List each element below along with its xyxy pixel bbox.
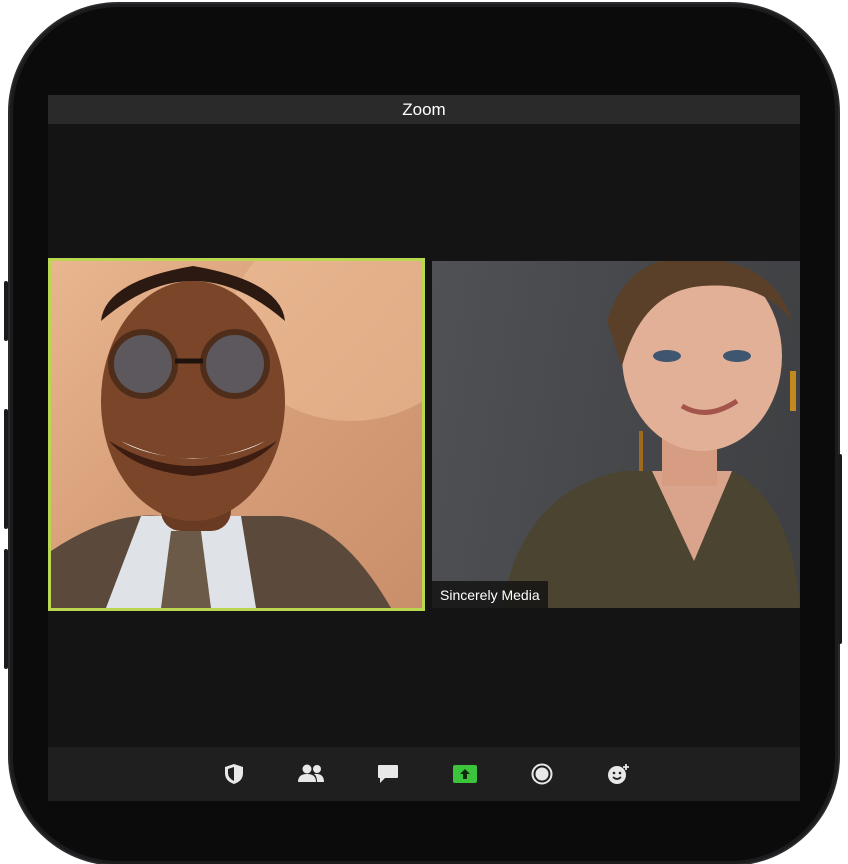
participant-video-left (51, 261, 422, 608)
video-tile-active-speaker[interactable] (48, 258, 425, 611)
side-button-mute (4, 281, 8, 341)
side-button-volume-down (4, 549, 8, 669)
participants-icon[interactable] (298, 761, 324, 787)
side-button-volume-up (4, 409, 8, 529)
chat-icon[interactable] (375, 761, 401, 787)
share-screen-icon[interactable] (452, 761, 478, 787)
app-title: Zoom (402, 99, 446, 119)
record-icon[interactable] (529, 761, 555, 787)
participant-name-label: Sincerely Media (432, 581, 548, 608)
side-button-power (838, 454, 842, 644)
participant-name: Sincerely Media (440, 587, 540, 603)
zoom-screen: Zoom Sincerely Media (48, 95, 800, 801)
title-bar: Zoom (48, 95, 800, 124)
security-shield-icon[interactable] (221, 761, 247, 787)
meeting-toolbar (48, 747, 800, 801)
participant-video-right (502, 261, 800, 608)
video-tile-participant[interactable]: Sincerely Media (432, 261, 800, 608)
reactions-icon[interactable] (606, 761, 632, 787)
